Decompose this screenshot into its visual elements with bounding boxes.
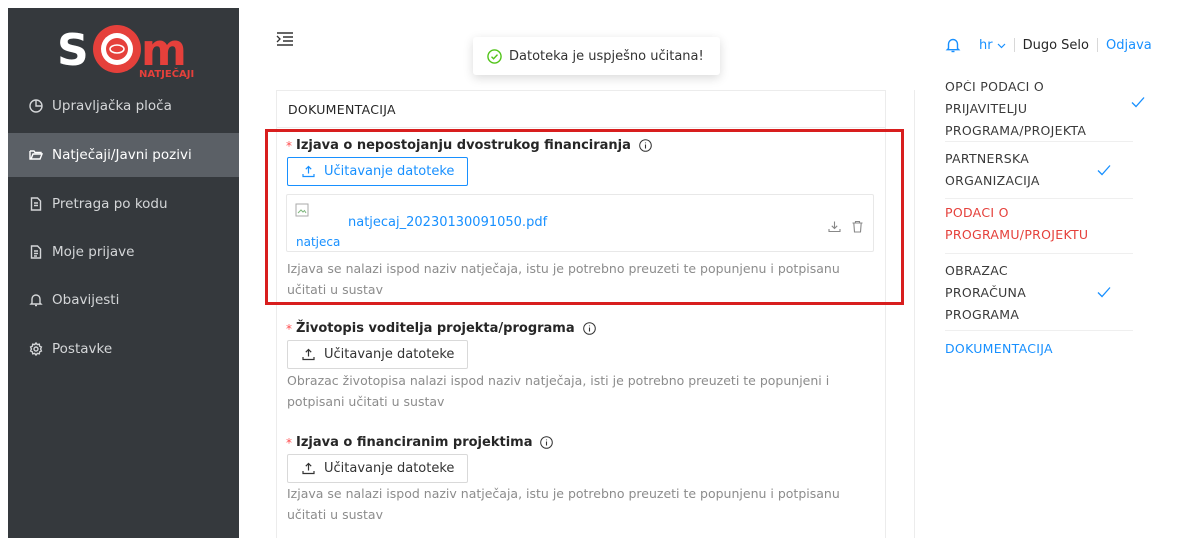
sidebar-item-label: Natječaji/Javni pozivi bbox=[52, 147, 192, 163]
upload-button[interactable]: Učitavanje datoteke bbox=[287, 454, 469, 483]
field-label-text: Izjava o financiranim projektima bbox=[296, 435, 533, 450]
svg-text:NATJEČAJI: NATJEČAJI bbox=[139, 67, 194, 80]
sidebar-item-label: Obavijesti bbox=[52, 292, 120, 308]
sidebar-item-label: Postavke bbox=[52, 341, 113, 357]
divider bbox=[277, 127, 885, 128]
folder-open-icon bbox=[29, 148, 43, 162]
menu-fold-icon[interactable] bbox=[276, 31, 294, 47]
step-dokumentacija[interactable]: DOKUMENTACIJA bbox=[945, 338, 1053, 360]
info-icon[interactable] bbox=[582, 322, 596, 335]
step-divider bbox=[945, 330, 1133, 331]
check-icon bbox=[1097, 287, 1111, 298]
header-divider bbox=[1097, 38, 1098, 52]
sidebar-item-natjecaji[interactable]: Natječaji/Javni pozivi bbox=[8, 133, 239, 177]
step-line: PROGRAMA bbox=[945, 307, 1020, 322]
help-line: učitati u sustav bbox=[287, 507, 383, 522]
check-icon bbox=[1097, 165, 1111, 176]
notification-bell-icon[interactable] bbox=[945, 37, 961, 53]
header-divider bbox=[1013, 38, 1015, 52]
gear-icon bbox=[29, 342, 43, 356]
sidebar-item-label: Upravljačka ploča bbox=[52, 98, 172, 114]
upload-button-label: Učitavanje datoteke bbox=[324, 461, 455, 476]
check-circle-icon bbox=[487, 48, 502, 64]
step-line: PRIJAVITELJU bbox=[945, 101, 1028, 116]
help-line: potpisani učitati u sustav bbox=[287, 394, 445, 409]
required-marker: * bbox=[286, 321, 292, 336]
logout-link[interactable]: Odjava bbox=[1106, 38, 1152, 53]
sidebar-item-dashboard[interactable]: Upravljačka ploča bbox=[8, 84, 239, 128]
field-label-text: Životopis voditelja projekta/programa bbox=[296, 321, 575, 336]
toast-message: Datoteka je uspješno učitana! bbox=[509, 48, 704, 64]
info-icon[interactable] bbox=[540, 436, 554, 449]
help-line: Izjava se nalazi ispod naziv natječaja, … bbox=[287, 486, 840, 501]
dashboard-icon bbox=[29, 99, 43, 113]
step-divider bbox=[945, 141, 1133, 142]
sidebar-item-obavijesti[interactable]: Obavijesti bbox=[8, 278, 239, 322]
upload-button[interactable]: Učitavanje datoteke bbox=[287, 340, 469, 369]
step-line: OPĆI PODACI O bbox=[945, 79, 1045, 94]
upload-button-label: Učitavanje datoteke bbox=[324, 347, 455, 362]
help-line: Obrazac životopisa nalazi ispod naziv na… bbox=[287, 373, 830, 388]
language-value: hr bbox=[979, 37, 993, 53]
step-partnerska[interactable]: PARTNERSKA ORGANIZACIJA bbox=[945, 148, 1040, 192]
header-actions: hr Dugo Selo Odjava bbox=[945, 36, 1152, 54]
sidebar: S m NATJEČAJI Upravljačka ploča Natječaj… bbox=[8, 8, 239, 538]
som-logo[interactable]: S m NATJEČAJI bbox=[55, 18, 205, 80]
step-divider bbox=[945, 198, 1133, 199]
highlight-frame bbox=[265, 129, 904, 305]
step-opci-podaci[interactable]: OPĆI PODACI O PRIJAVITELJU PROGRAMA/PROJ… bbox=[945, 79, 1087, 142]
step-line: DOKUMENTACIJA bbox=[945, 341, 1053, 356]
city-name: Dugo Selo bbox=[1022, 37, 1089, 53]
field-help: Obrazac životopisa nalazi ispod naziv na… bbox=[287, 370, 829, 412]
step-divider bbox=[945, 253, 1133, 254]
bell-icon bbox=[29, 293, 43, 307]
sidebar-item-label: Pretraga po kodu bbox=[52, 196, 168, 212]
sidebar-item-postavke[interactable]: Postavke bbox=[8, 327, 239, 371]
step-line: OBRAZAC bbox=[945, 263, 1008, 278]
step-podaci-o-programu[interactable]: PODACI O PROGRAMU/PROJEKTU bbox=[945, 202, 1088, 246]
check-icon bbox=[1131, 97, 1145, 108]
field-label-financirani-projekti: * Izjava o financiranim projektima bbox=[286, 435, 554, 450]
field-help: Izjava se nalazi ispod naziv natječaja, … bbox=[287, 483, 840, 525]
svg-text:S: S bbox=[57, 25, 89, 76]
step-line: ORGANIZACIJA bbox=[945, 173, 1040, 188]
section-title: DOKUMENTACIJA bbox=[288, 102, 396, 117]
sidebar-item-moje-prijave[interactable]: Moje prijave bbox=[8, 230, 239, 274]
file-search-icon bbox=[29, 197, 43, 211]
step-line: PODACI O bbox=[945, 205, 1009, 220]
step-line: PROGRAMA/PROJEKTA bbox=[945, 123, 1087, 138]
file-text-icon bbox=[29, 245, 43, 259]
step-line: PRORAČUNA bbox=[945, 285, 1027, 300]
step-line: PROGRAMU/PROJEKTU bbox=[945, 227, 1089, 242]
chevron-down-icon bbox=[997, 43, 1006, 48]
upload-icon bbox=[302, 462, 315, 475]
sidebar-item-label: Moje prijave bbox=[52, 244, 135, 260]
step-line: PARTNERSKA bbox=[945, 151, 1030, 166]
required-marker: * bbox=[286, 435, 292, 450]
sidebar-item-pretraga[interactable]: Pretraga po kodu bbox=[8, 182, 239, 226]
upload-icon bbox=[302, 348, 315, 361]
language-select[interactable]: hr bbox=[979, 38, 1006, 53]
success-toast: Datoteka je uspješno učitana! bbox=[473, 37, 720, 75]
step-obrazac-proracuna[interactable]: OBRAZAC PRORAČUNA PROGRAMA bbox=[945, 260, 1026, 326]
field-label-zivotopis: * Životopis voditelja projekta/programa bbox=[286, 321, 596, 336]
